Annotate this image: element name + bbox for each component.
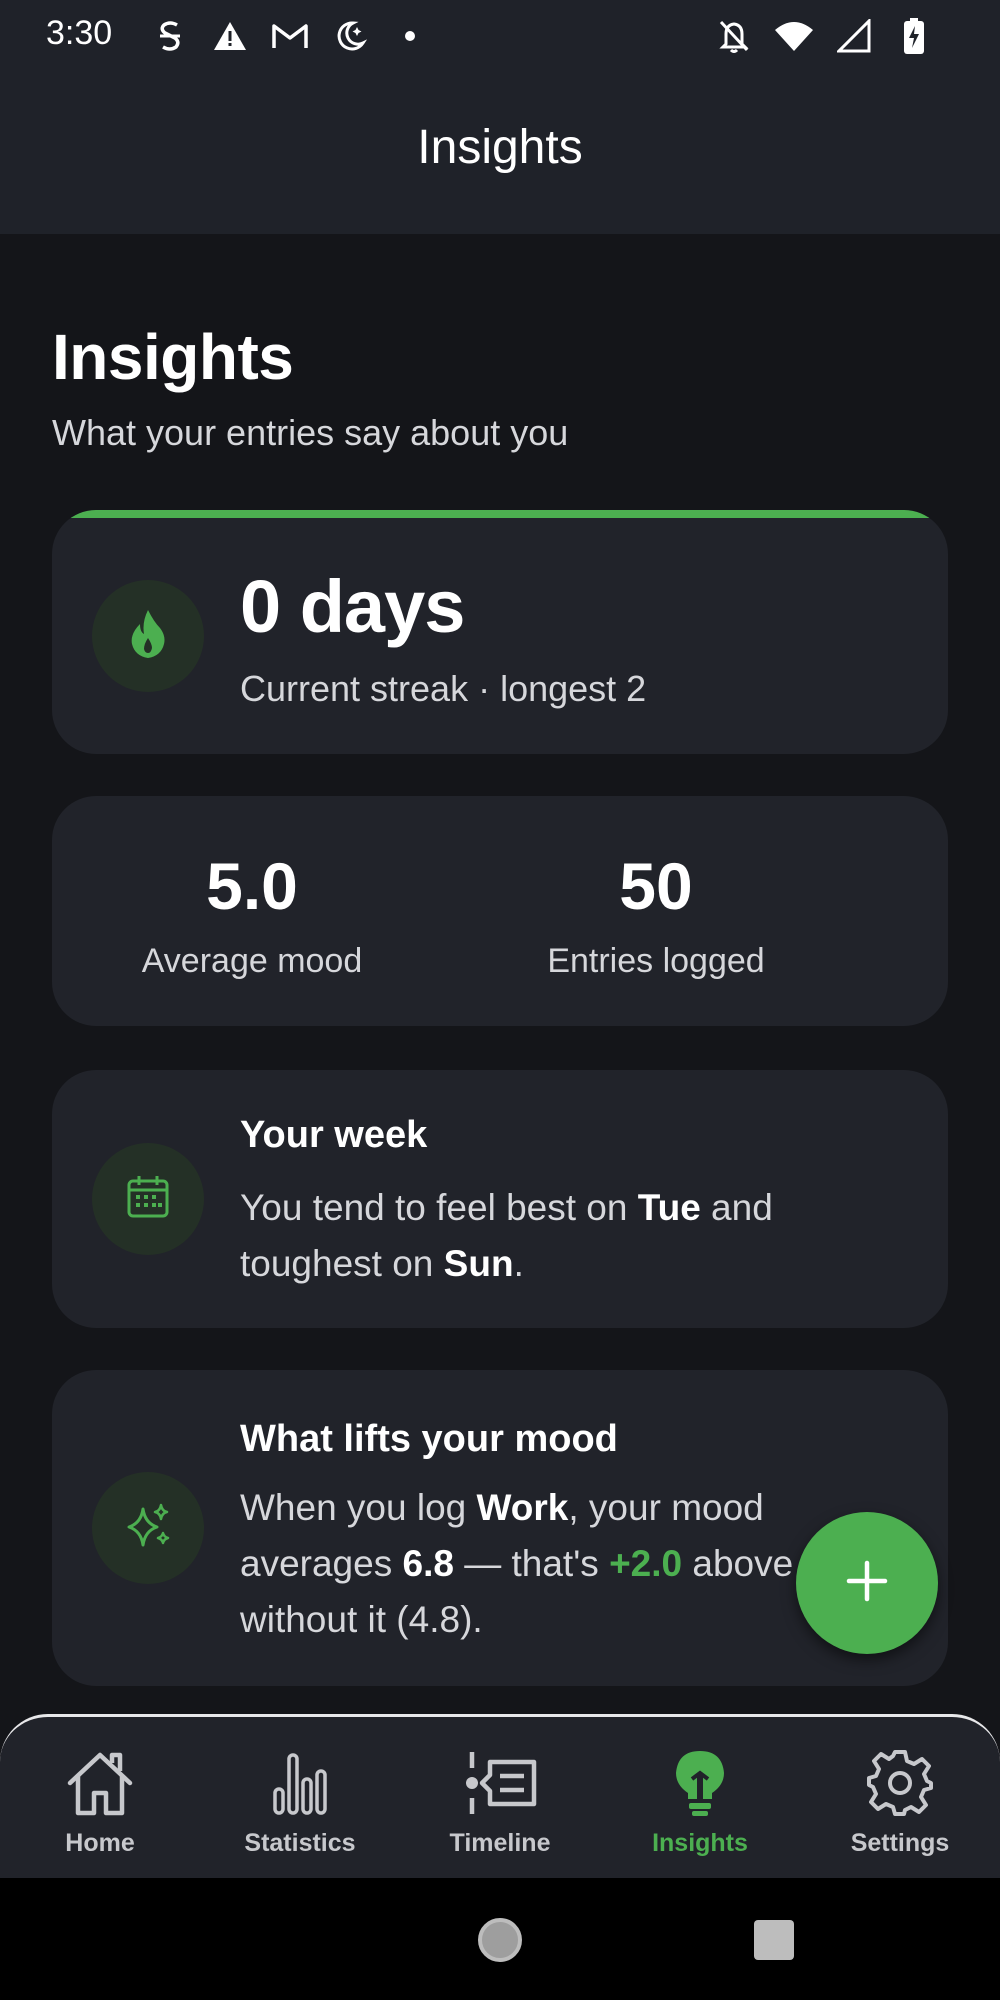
sparkles-icon xyxy=(123,1501,173,1556)
system-navigation-bar xyxy=(0,1878,1000,2000)
lift-body: When you log Work, your mood averages 6.… xyxy=(240,1487,794,1640)
nav-label-settings: Settings xyxy=(850,1829,950,1857)
worst-day: Sun xyxy=(443,1243,514,1284)
timeline-icon xyxy=(450,1745,550,1821)
nav-item-timeline[interactable]: Timeline xyxy=(400,1717,600,1881)
system-recents-button[interactable] xyxy=(754,1920,794,1960)
status-left-icons xyxy=(150,16,430,56)
wifi-icon xyxy=(774,16,814,56)
week-title: Your week xyxy=(240,1114,428,1156)
streak-icon-circle xyxy=(92,580,204,692)
gmail-icon xyxy=(270,16,310,56)
page-title: Insights xyxy=(52,321,294,393)
gear-icon xyxy=(850,1745,950,1821)
week-body: You tend to feel best on Tue and toughes… xyxy=(240,1187,773,1284)
average-mood-label: Average mood xyxy=(141,942,363,980)
warning-icon xyxy=(210,16,250,56)
streak-card: 0 days Current streak · longest 2 xyxy=(52,510,948,754)
average-mood-value: 5.0 xyxy=(206,849,298,923)
system-home-button[interactable] xyxy=(478,1918,522,1962)
streak-subtitle: Current streak · longest 2 xyxy=(240,668,647,709)
plus-icon xyxy=(845,1559,889,1608)
nav-item-insights[interactable]: Insights xyxy=(600,1717,800,1881)
entries-logged-value: 50 xyxy=(619,849,693,923)
mood-lift-card: What lifts your mood When you log Work, … xyxy=(52,1370,948,1686)
add-entry-button[interactable] xyxy=(796,1512,938,1654)
lift-avg-without: 4.8 xyxy=(408,1599,461,1640)
week-icon-circle xyxy=(92,1143,204,1255)
entries-logged-stat: 50 Entries logged xyxy=(432,796,880,1026)
dot-icon xyxy=(390,16,430,56)
stats-card: 5.0 Average mood 50 Entries logged xyxy=(52,796,948,1026)
insights-screen: 3:30 Insights Insights What your entries… xyxy=(0,0,1000,2000)
app-bar-title: Insights xyxy=(417,120,583,174)
nav-item-settings[interactable]: Settings xyxy=(800,1717,1000,1881)
bottom-navigation: Home Statistics Timeline Insights Settin… xyxy=(0,1714,1000,1878)
nav-label-statistics: Statistics xyxy=(244,1829,356,1857)
calendar-icon xyxy=(125,1174,171,1225)
nav-label-insights: Insights xyxy=(652,1829,748,1857)
best-day: Tue xyxy=(637,1187,701,1228)
flame-icon xyxy=(126,608,170,665)
status-bar: 3:30 xyxy=(0,0,1000,72)
lightbulb-icon xyxy=(650,1745,750,1821)
lift-icon-circle xyxy=(92,1472,204,1584)
do-not-disturb-moon-icon xyxy=(330,16,370,56)
lift-diff: +2.0 xyxy=(609,1543,683,1584)
nav-item-statistics[interactable]: Statistics xyxy=(200,1717,400,1881)
page-subtitle: What your entries say about you xyxy=(52,412,569,453)
streak-value: 0 days xyxy=(240,565,465,648)
nav-label-timeline: Timeline xyxy=(449,1829,551,1857)
bar-chart-icon xyxy=(250,1745,350,1821)
your-week-card: Your week You tend to feel best on Tue a… xyxy=(52,1070,948,1328)
status-right-icons xyxy=(714,16,934,56)
lift-avg-with: 6.8 xyxy=(402,1543,454,1584)
nav-label-home: Home xyxy=(65,1829,135,1857)
average-mood-stat: 5.0 Average mood xyxy=(28,796,476,1026)
signal-icon xyxy=(834,16,874,56)
battery-charging-icon xyxy=(894,16,934,56)
app-bar: Insights xyxy=(0,72,1000,234)
streak-accent-bar xyxy=(52,510,948,518)
lift-title: What lifts your mood xyxy=(240,1418,618,1460)
home-icon xyxy=(50,1745,150,1821)
s-notification-icon xyxy=(150,16,190,56)
bell-off-icon xyxy=(714,16,754,56)
lift-activity: Work xyxy=(476,1487,569,1528)
status-time: 3:30 xyxy=(46,14,113,52)
entries-logged-label: Entries logged xyxy=(547,942,765,980)
nav-item-home[interactable]: Home xyxy=(0,1717,200,1881)
